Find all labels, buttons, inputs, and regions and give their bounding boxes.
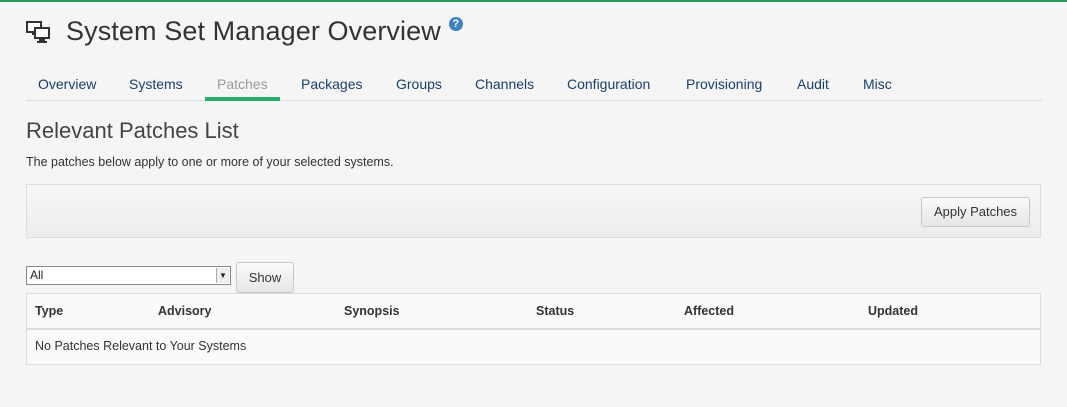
tab-configuration[interactable]: Configuration — [555, 72, 662, 101]
column-header-synopsis[interactable]: Synopsis — [344, 294, 400, 329]
tab-systems[interactable]: Systems — [117, 72, 195, 101]
column-header-affected[interactable]: Affected — [684, 294, 734, 329]
tab-misc[interactable]: Misc — [851, 72, 904, 101]
tab-provisioning[interactable]: Provisioning — [674, 72, 774, 101]
help-icon[interactable]: ? — [448, 16, 463, 31]
empty-table-message: No Patches Relevant to Your Systems — [35, 339, 247, 353]
column-header-advisory[interactable]: Advisory — [158, 294, 212, 329]
systems-icon — [26, 20, 50, 43]
section-description: The patches below apply to one or more o… — [26, 155, 394, 169]
section-title: Relevant Patches List — [26, 118, 239, 143]
tab-patches[interactable]: Patches — [205, 72, 280, 101]
filter-select[interactable]: All ▼ — [26, 266, 231, 285]
tab-groups[interactable]: Groups — [384, 72, 454, 101]
tab-overview[interactable]: Overview — [26, 72, 108, 101]
tab-audit[interactable]: Audit — [785, 72, 841, 101]
tab-bar: Overview Systems Patches Packages Groups… — [26, 72, 1042, 101]
column-header-updated[interactable]: Updated — [868, 294, 918, 329]
table-header: Type Advisory Synopsis Status Affected U… — [27, 294, 1040, 330]
action-toolbar: Apply Patches — [26, 184, 1041, 238]
tab-packages[interactable]: Packages — [289, 72, 374, 101]
column-header-type[interactable]: Type — [35, 294, 63, 329]
page-title: System Set Manager Overview — [66, 16, 441, 46]
column-header-status[interactable]: Status — [536, 294, 574, 329]
page-header: System Set Manager Overview ? — [26, 16, 463, 47]
filter-selected-value: All — [30, 268, 44, 282]
chevron-down-icon[interactable]: ▼ — [216, 268, 229, 283]
apply-patches-button[interactable]: Apply Patches — [921, 197, 1030, 227]
patches-table: Type Advisory Synopsis Status Affected U… — [26, 293, 1041, 365]
show-button[interactable]: Show — [236, 262, 294, 293]
tab-channels[interactable]: Channels — [463, 72, 546, 101]
